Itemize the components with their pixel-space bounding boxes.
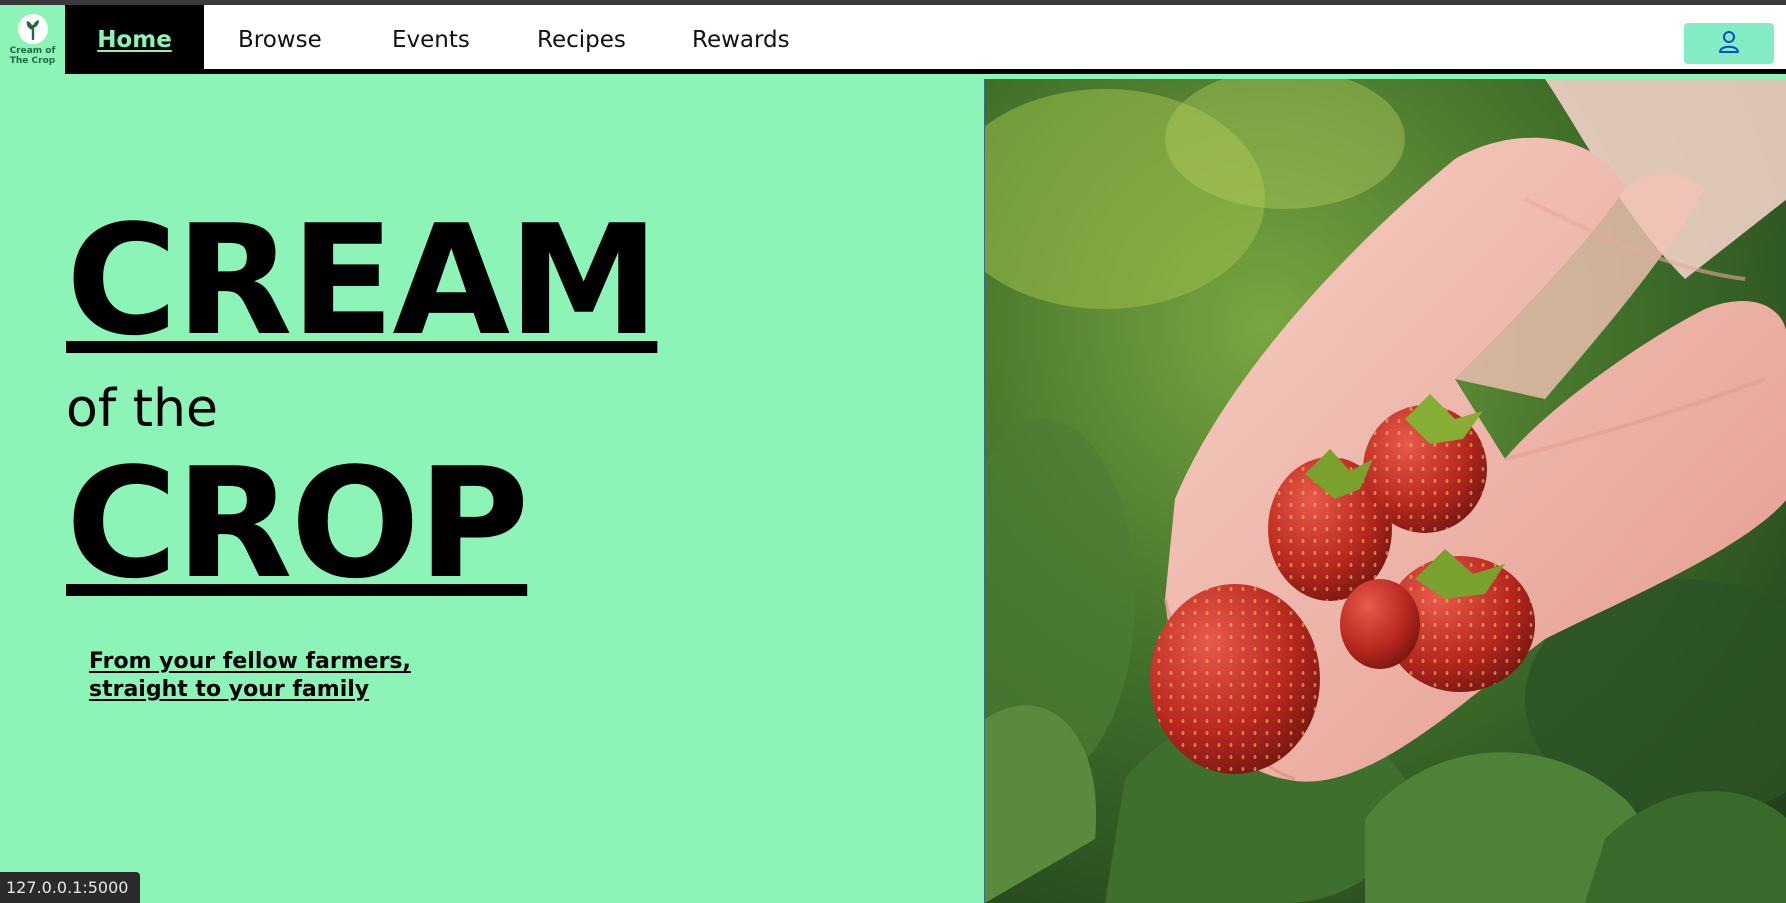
nav-item-browse[interactable]: Browse	[238, 5, 322, 74]
brand-logo-text: Cream of The Crop	[10, 46, 56, 66]
user-icon	[1718, 30, 1740, 57]
nav-item-events[interactable]: Events	[392, 5, 470, 74]
nav-item-rewards[interactable]: Rewards	[692, 5, 790, 74]
account-button[interactable]	[1684, 23, 1774, 64]
brand-logo[interactable]: Cream of The Crop	[0, 5, 65, 74]
brand-line-1: Cream of	[9, 45, 56, 56]
hero-tagline-link[interactable]: From your fellow farmers, straight to yo…	[89, 648, 509, 704]
nav-item-home-label: Home	[97, 26, 172, 53]
brand-line-2: The Crop	[9, 55, 56, 66]
hero-text-panel: CREAM of the CROP From your fellow farme…	[0, 79, 984, 903]
hero-title-of-the: of the	[66, 379, 218, 439]
strawberries-in-hands-photo	[985, 79, 1786, 903]
hero-title-crop: CROP	[66, 435, 529, 612]
sprout-icon	[17, 13, 48, 44]
nav-item-recipes[interactable]: Recipes	[537, 5, 626, 74]
hero-title-cream: CREAM	[66, 192, 659, 369]
status-bar-url: 127.0.0.1:5000	[0, 872, 141, 903]
nav-item-home[interactable]: Home	[65, 5, 204, 74]
hero-image	[984, 79, 1786, 903]
top-navbar: Cream of The Crop Home Browse Events Rec…	[0, 5, 1786, 74]
